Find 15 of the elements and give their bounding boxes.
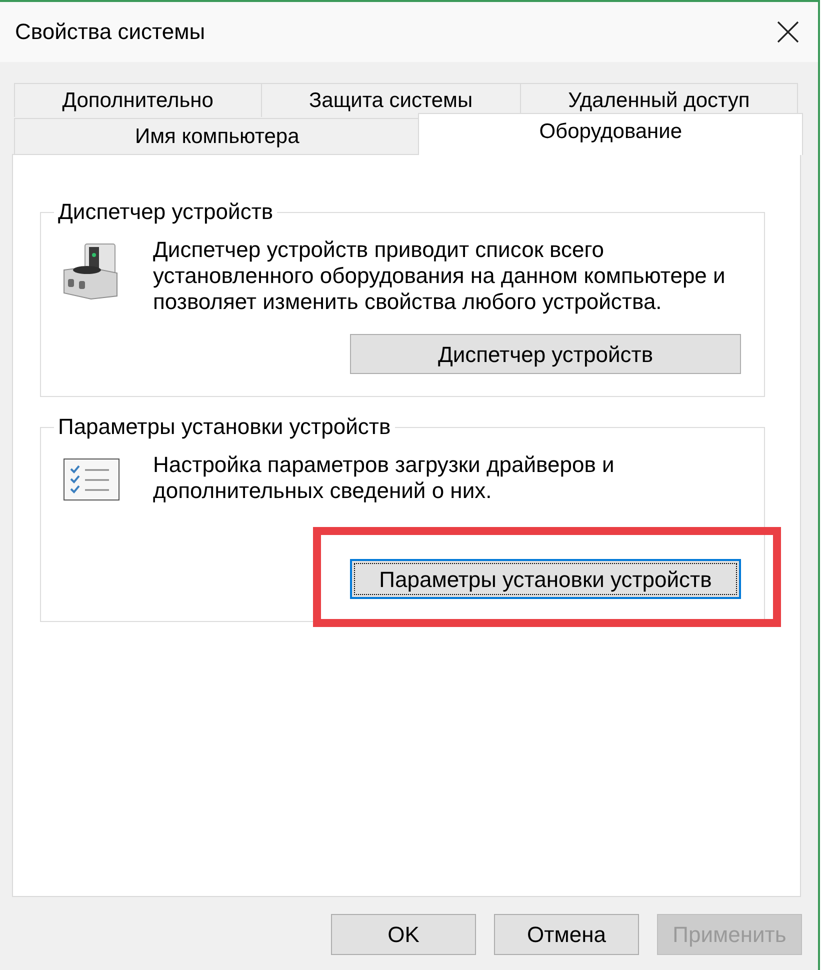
description-text: Диспетчер устройств приводит список всего установленного оборудования на данном компьютере и позволяет изменить свойства любого устройства.	[153, 237, 726, 315]
tab[interactable]: Дополнительно	[14, 83, 262, 117]
dialog-button[interactable]: OK	[331, 914, 476, 955]
device-icon	[63, 243, 120, 300]
close-icon	[777, 21, 799, 43]
description-text: Настройка параметров загрузки драйверов и дополнительных сведений о них.	[153, 452, 614, 504]
tab[interactable]: Защита системы	[262, 83, 521, 117]
tab[interactable]: Имя компьютера	[14, 118, 420, 154]
window-title: Свойства системы	[15, 19, 206, 45]
checklist-icon	[63, 458, 120, 501]
close-button[interactable]	[777, 21, 799, 43]
action-button[interactable]: Параметры установки устройств	[350, 559, 741, 599]
action-button[interactable]: Диспетчер устройств	[350, 334, 741, 374]
tab[interactable]: Оборудование	[418, 113, 804, 155]
dialog-button[interactable]: Отмена	[494, 914, 639, 955]
